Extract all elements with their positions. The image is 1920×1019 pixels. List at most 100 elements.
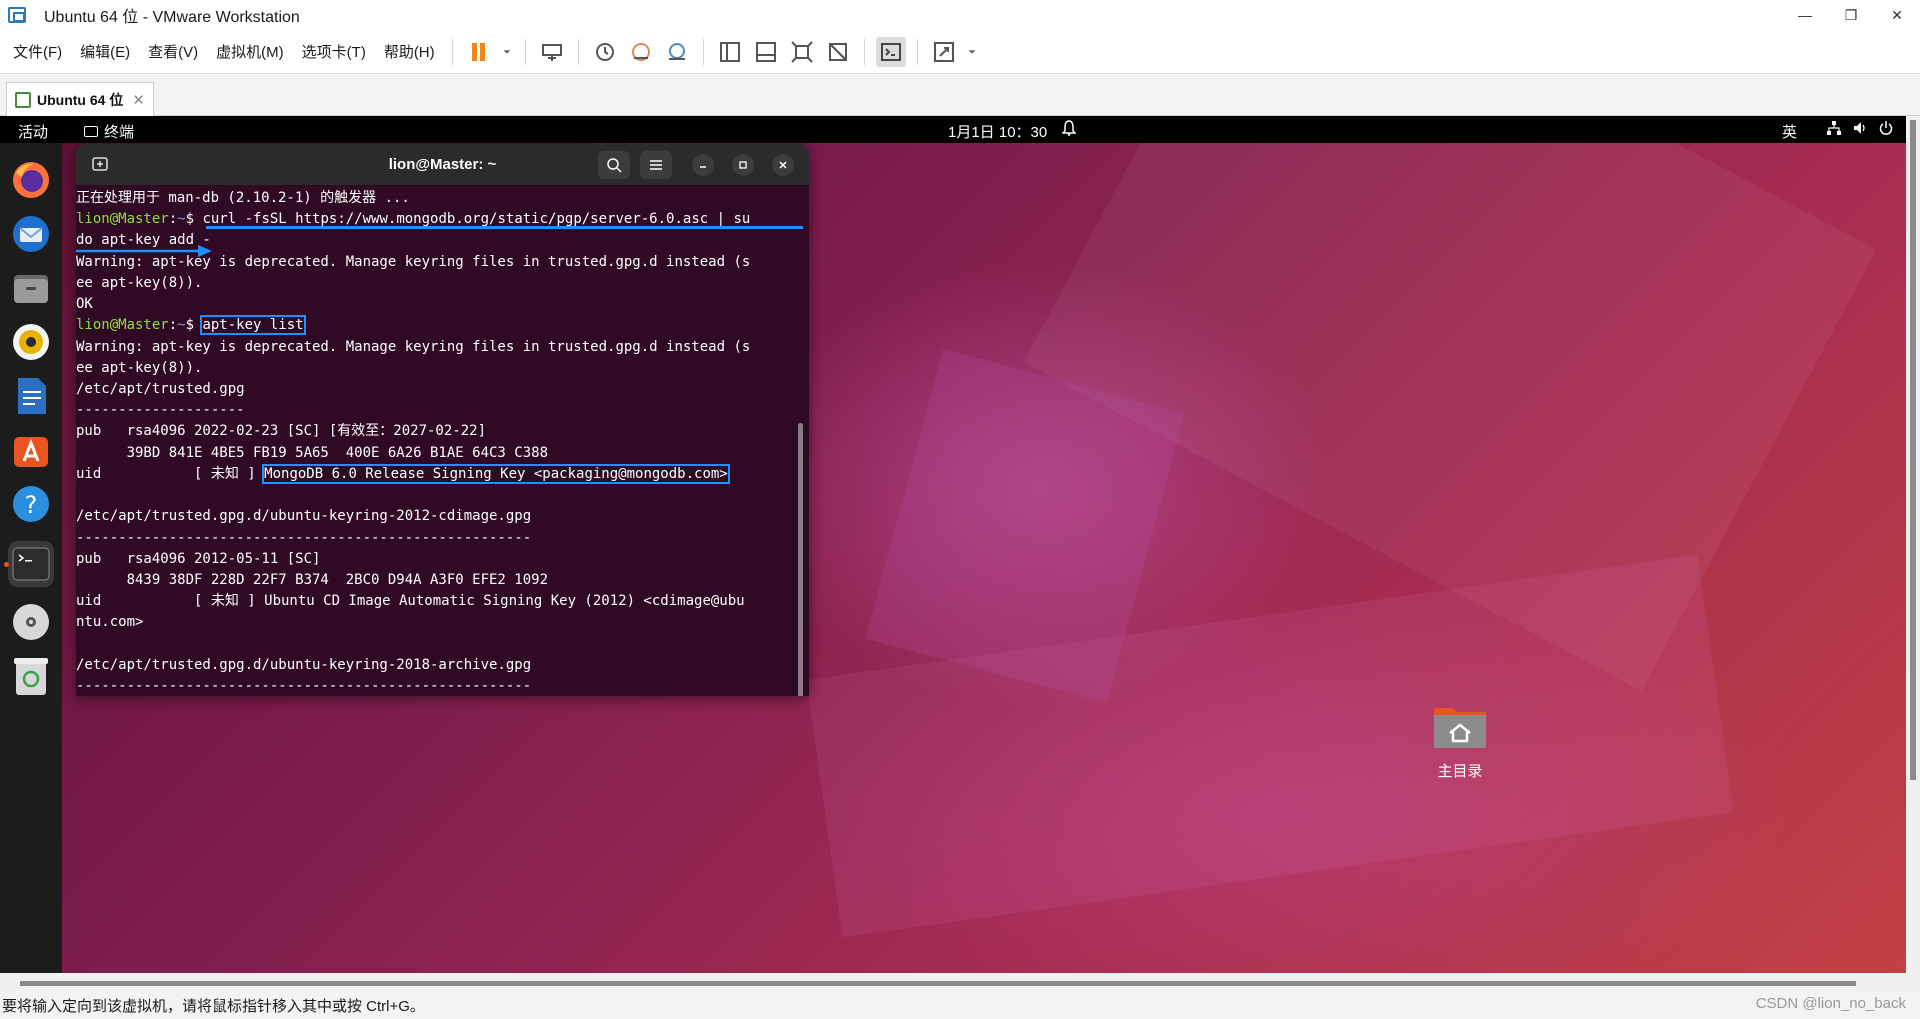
terminal-line: /etc/apt/trusted.gpg: [76, 381, 245, 397]
dropdown-arrow-icon[interactable]: [965, 37, 979, 67]
help-icon[interactable]: ?: [8, 481, 54, 527]
prompt-path: ~: [177, 211, 186, 227]
scrollbar-thumb[interactable]: [20, 981, 1856, 986]
network-icon: [1827, 121, 1841, 135]
toolbar-separator: [702, 38, 704, 65]
vm-tab-ubuntu[interactable]: Ubuntu 64 位 ✕: [6, 82, 154, 116]
system-tray[interactable]: [1826, 120, 1894, 136]
terminal-line: 正在处理用于 man-db (2.10.2-1) 的触发器 ...: [76, 190, 410, 206]
snapshot-icon[interactable]: [590, 37, 620, 67]
prompt-user: lion@Master: [76, 317, 169, 333]
send-ctrl-alt-del-icon[interactable]: [537, 37, 567, 67]
input-method-indicator[interactable]: 英: [1782, 121, 1797, 142]
hamburger-menu-icon[interactable]: [640, 151, 672, 179]
vm-tab-label: Ubuntu 64 位: [37, 91, 124, 108]
terminal-uid-line: uid [ 未知 ] MongoDB 6.0 Release Signing K…: [76, 464, 730, 485]
annotation-underline: [206, 226, 803, 229]
firefox-icon[interactable]: [8, 157, 54, 203]
console-view-icon[interactable]: [875, 36, 906, 67]
clock[interactable]: 1月1日 10：30: [948, 121, 1047, 142]
volume-icon: [1854, 122, 1865, 134]
unity-icon[interactable]: [823, 37, 853, 67]
terminal-line: /etc/apt/trusted.gpg.d/ubuntu-keyring-20…: [76, 657, 532, 673]
rhythmbox-icon[interactable]: [8, 319, 54, 365]
app-center-icon[interactable]: [8, 427, 54, 473]
vm-icon: [15, 91, 31, 108]
minimize-icon[interactable]: [692, 154, 714, 176]
terminal-window[interactable]: lion@Master: ~ 正在处理用于 man-db (2.10.2-1) …: [76, 144, 809, 696]
prompt-symbol: $: [185, 317, 203, 333]
terminal-line: pub rsa4096 2012-05-11 [SC]: [76, 551, 321, 567]
prompt-symbol: $: [185, 211, 203, 227]
pause-icon[interactable]: [464, 37, 494, 67]
desktop-home-folder[interactable]: 主目录: [1420, 702, 1500, 781]
terminal-line: uid [ 未知 ] Ubuntu CD Image Automatic Sig…: [76, 593, 745, 609]
terminal-line: --------------------: [76, 402, 245, 418]
full-screen-icon[interactable]: [787, 37, 817, 67]
window-controls: — ❐ ✕: [1782, 0, 1920, 30]
scrollbar-thumb[interactable]: [1910, 120, 1916, 780]
window-title: Ubuntu 64 位 - VMware Workstation: [44, 9, 300, 26]
gnome-top-bar: 活动 终端 1月1日 10：30 英: [0, 116, 1906, 143]
vmware-logo-icon: [8, 7, 26, 23]
terminal-line: 39BD 841E 4BE5 FB19 5A65 400E 6A26 B1AE …: [76, 445, 549, 461]
thunderbird-icon[interactable]: [8, 211, 54, 257]
terminal-output[interactable]: 正在处理用于 man-db (2.10.2-1) 的触发器 ... lion@M…: [76, 185, 809, 696]
terminal-line: ----------------------------------------…: [76, 678, 532, 694]
trash-icon[interactable]: [8, 653, 54, 699]
vertical-scrollbar[interactable]: [1906, 116, 1920, 973]
running-indicator: [4, 562, 9, 567]
files-icon[interactable]: [8, 265, 54, 311]
terminal-prompt-line: lion@Master:~$ apt-key list: [76, 315, 306, 336]
maximize-icon[interactable]: [732, 154, 754, 176]
terminal-line: ----------------------------------------…: [76, 530, 532, 546]
toolbar-separator: [863, 38, 865, 65]
uid-prefix: uid [ 未知 ]: [76, 466, 265, 482]
stretch-icon[interactable]: [929, 37, 959, 67]
terminal-command: curl -fsSL https://www.mongodb.org/stati…: [202, 211, 751, 227]
prompt-path: ~: [177, 317, 186, 333]
menu-edit[interactable]: 编辑(E): [71, 41, 139, 62]
terminal-scrollbar[interactable]: [798, 423, 803, 696]
horizontal-scrollbar[interactable]: [0, 973, 1920, 991]
highlighted-command: apt-key list: [200, 315, 306, 335]
prompt-separator: :: [168, 317, 178, 333]
alarm-icon: [1061, 120, 1077, 140]
vm-display[interactable]: 活动 终端 1月1日 10：30 英 ? lion@Master: ~ 正在处理…: [0, 116, 1906, 973]
revert-snapshot-icon[interactable]: [626, 37, 656, 67]
terminal-headerbar: lion@Master: ~: [76, 144, 809, 185]
menu-toolbar: 文件(F) 编辑(E) 查看(V) 虚拟机(M) 选项卡(T) 帮助(H): [0, 30, 1920, 74]
manage-snapshots-icon[interactable]: [662, 37, 692, 67]
app-menu[interactable]: 终端: [84, 121, 134, 142]
thumbnail-icon[interactable]: [751, 37, 781, 67]
terminal-line: 8439 38DF 228D 22F7 B374 2BC0 D94A A3F0 …: [76, 572, 549, 588]
close-icon[interactable]: [772, 154, 794, 176]
dropdown-arrow-icon[interactable]: [500, 37, 514, 67]
toolbar-separator: [577, 38, 579, 65]
terminal-line: pub rsa4096 2022-02-23 [SC] [有效至：2027-02…: [76, 423, 487, 439]
prompt-user: lion@Master: [76, 211, 169, 227]
menu-tabs[interactable]: 选项卡(T): [293, 41, 375, 62]
vm-tab-bar: Ubuntu 64 位 ✕: [0, 74, 1920, 116]
toolbar-separator: [916, 38, 918, 65]
restore-icon[interactable]: ❐: [1828, 0, 1874, 30]
menu-file[interactable]: 文件(F): [4, 41, 71, 62]
terminal-icon[interactable]: [8, 541, 54, 587]
activities-button[interactable]: 活动: [18, 121, 48, 142]
menu-view[interactable]: 查看(V): [139, 41, 207, 62]
minimize-icon[interactable]: —: [1782, 0, 1828, 30]
show-library-icon[interactable]: [715, 37, 745, 67]
disc-icon[interactable]: [8, 599, 54, 645]
close-icon[interactable]: ✕: [1874, 0, 1920, 30]
home-folder-icon: [1434, 708, 1486, 748]
search-icon[interactable]: [598, 151, 630, 179]
status-bar: 要将输入定向到该虚拟机，请将鼠标指针移入其中或按 Ctrl+G。 CSDN @l…: [0, 991, 1920, 1019]
menu-vm[interactable]: 虚拟机(M): [207, 41, 293, 62]
close-tab-icon[interactable]: ✕: [132, 91, 145, 109]
app-menu-label: 终端: [104, 124, 135, 141]
terminal-line: ntu.com>: [76, 614, 144, 630]
libreoffice-writer-icon[interactable]: [8, 373, 54, 419]
prompt-separator: :: [168, 211, 178, 227]
menu-help[interactable]: 帮助(H): [375, 41, 444, 62]
watermark: CSDN @lion_no_back: [1755, 995, 1906, 1012]
